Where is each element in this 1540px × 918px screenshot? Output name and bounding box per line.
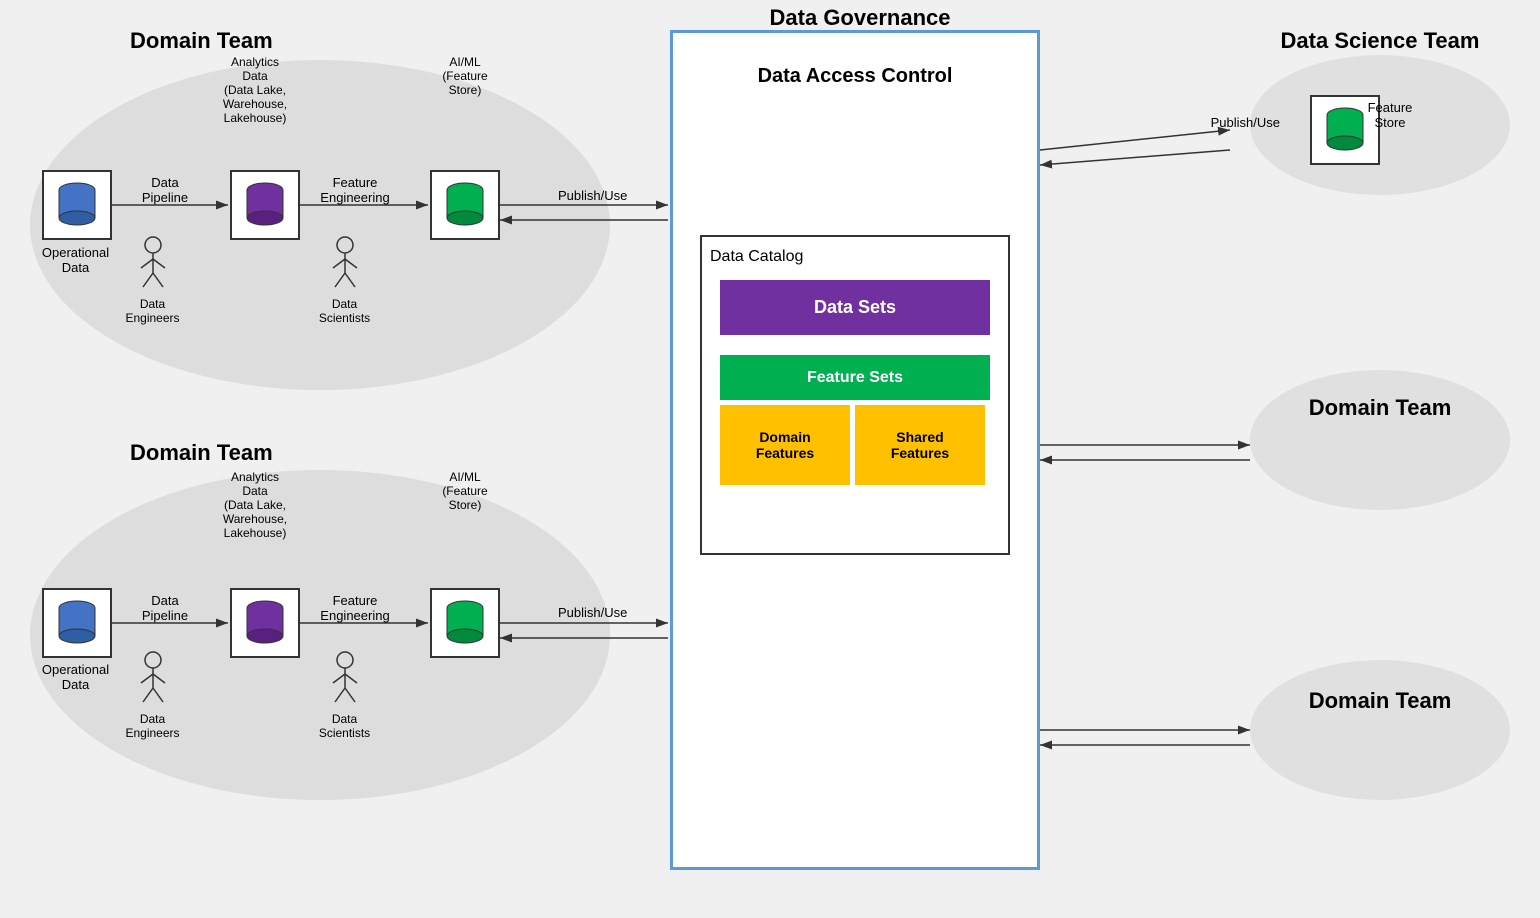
domain-team-right1-title: Domain Team [1270, 395, 1490, 421]
analytics-label-bottom: AnalyticsData(Data Lake,Warehouse,Lakeho… [200, 470, 310, 540]
domain-team-right1-ellipse [1250, 370, 1510, 510]
data-science-team-title: Data Science Team [1250, 28, 1510, 54]
db-purple-icon-top [245, 180, 285, 230]
data-engineers-top: DataEngineers [120, 235, 185, 325]
domain-team-right2-ellipse [1250, 660, 1510, 800]
feature-eng-label-bottom: FeatureEngineering [310, 593, 400, 623]
operational-data-box-top [42, 170, 112, 240]
feature-eng-label-top: FeatureEngineering [310, 175, 400, 205]
analytics-data-box-top [230, 170, 300, 240]
aiml-label-top: AI/ML(FeatureStore) [410, 55, 520, 97]
datasets-bar: Data Sets [720, 280, 990, 335]
domain-team-right2-title: Domain Team [1270, 688, 1490, 714]
analytics-label-top: AnalyticsData(Data Lake,Warehouse,Lakeho… [200, 55, 310, 125]
aiml-box-top [430, 170, 500, 240]
data-catalog-label: Data Catalog [710, 248, 803, 266]
data-governance-title: Data Governance [750, 5, 970, 31]
domain-features-box: DomainFeatures [720, 405, 850, 485]
feature-store-label-top: FeatureStore [1355, 100, 1425, 130]
featuresets-bar: Feature Sets [720, 355, 990, 400]
db-blue-icon-bottom [57, 598, 97, 648]
data-scientists-top: DataScientists [312, 235, 377, 325]
publish-use-label-bottom: Publish/Use [558, 605, 627, 620]
db-green-icon-top [445, 180, 485, 230]
data-pipeline-label-top: DataPipeline [125, 175, 205, 205]
data-scientists-bottom: DataScientists [312, 650, 377, 740]
domain-team-bottom-ellipse [30, 470, 610, 800]
domain-team-top-title: Domain Team [130, 28, 273, 54]
data-engineers-bottom: DataEngineers [120, 650, 185, 740]
aiml-box-bottom [430, 588, 500, 658]
analytics-data-box-bottom [230, 588, 300, 658]
operational-data-label-bottom: OperationalData [28, 662, 123, 692]
operational-data-label-top: OperationalData [28, 245, 123, 275]
db-purple-icon-bottom [245, 598, 285, 648]
diagram: Domain Team Domain Team Data Governance … [0, 0, 1540, 918]
aiml-label-bottom: AI/ML(FeatureStore) [410, 470, 520, 512]
person-icon-engineers-top [133, 235, 173, 290]
person-icon-scientists-top [325, 235, 365, 290]
domain-team-top-ellipse [30, 60, 610, 390]
person-icon-scientists-bottom [325, 650, 365, 705]
dac-label: Data Access Control [695, 65, 1015, 88]
person-icon-engineers-bottom [133, 650, 173, 705]
shared-features-box: SharedFeatures [855, 405, 985, 485]
domain-team-bottom-title: Domain Team [130, 440, 273, 466]
publish-use-label-right: Publish/Use [1211, 115, 1280, 130]
db-green-icon-bottom [445, 598, 485, 648]
db-blue-icon-top [57, 180, 97, 230]
data-pipeline-label-bottom: DataPipeline [125, 593, 205, 623]
publish-use-label-top: Publish/Use [558, 188, 627, 203]
operational-data-box-bottom [42, 588, 112, 658]
